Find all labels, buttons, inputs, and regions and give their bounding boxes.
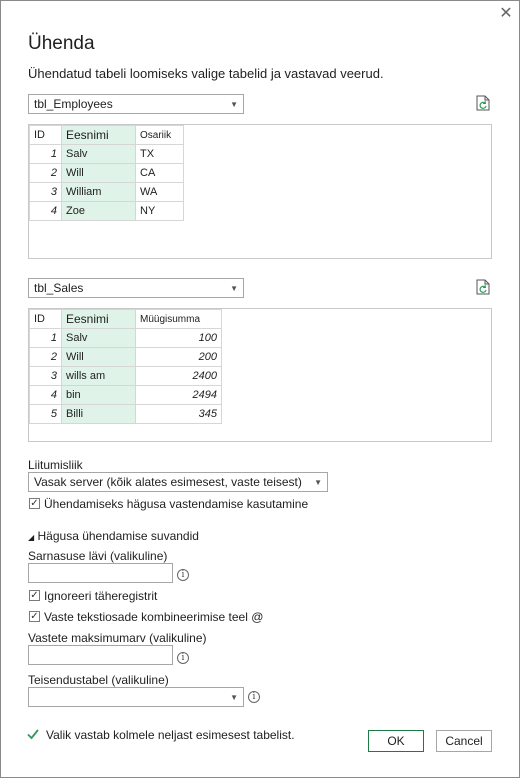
fuzzy-options-toggle[interactable]: ◢ Hägusa ühendamise suvandid [28, 529, 199, 543]
max-matches-input[interactable] [28, 645, 173, 665]
ignore-case-label: Ignoreeri täheregistrit [44, 589, 158, 603]
column-header-id[interactable]: ID [29, 309, 62, 329]
first-table-grid: ID Eesnimi Osariik 1 Salv TX 2 Will CA 3… [29, 125, 184, 221]
table-row: 3 William WA [29, 182, 184, 202]
table-cell: Salv [61, 144, 136, 164]
refresh-preview-icon[interactable] [476, 279, 490, 295]
join-kind-selected: Vasak server (kõik alates esimesest, vas… [34, 475, 302, 489]
transformation-table-label: Teisendustabel (valikuline) [28, 673, 169, 687]
table-cell: 1 [29, 144, 62, 164]
table-cell: 2494 [135, 385, 222, 405]
table-row: 4 bin 2494 [29, 385, 222, 405]
table-cell: Billi [61, 404, 136, 424]
chevron-down-icon: ▼ [230, 693, 238, 702]
table-cell: bin [61, 385, 136, 405]
column-header-muugisumma[interactable]: Müügisumma [135, 309, 222, 329]
ok-button[interactable]: OK [368, 730, 424, 752]
match-status-message: Valik vastab kolmele neljast esimesest t… [46, 728, 295, 742]
table-cell: TX [135, 144, 184, 164]
table-cell: 1 [29, 328, 62, 348]
collapse-triangle-icon: ◢ [28, 533, 35, 542]
second-table-selected: tbl_Sales [34, 281, 84, 295]
chevron-down-icon: ▼ [230, 100, 238, 109]
table-cell: WA [135, 182, 184, 202]
close-icon: ✕ [499, 5, 513, 22]
first-table-selected: tbl_Employees [34, 97, 113, 111]
join-kind-dropdown[interactable]: Vasak server (kõik alates esimesest, vas… [28, 472, 328, 492]
fuzzy-matching-label: Ühendamiseks hägusa vastendamise kasutam… [44, 497, 309, 511]
table-cell: 200 [135, 347, 222, 367]
table-cell: Salv [61, 328, 136, 348]
table-cell: Will [61, 163, 136, 183]
table-row: 1 Salv 100 [29, 328, 222, 348]
success-check-icon [27, 729, 39, 740]
table-cell: 345 [135, 404, 222, 424]
info-icon[interactable]: i [177, 569, 189, 581]
column-header-eesnimi[interactable]: Eesnimi [61, 125, 136, 145]
second-table-dropdown[interactable]: tbl_Sales ▼ [28, 278, 244, 298]
table-row: 4 Zoe NY [29, 201, 184, 221]
table-cell: 4 [29, 201, 62, 221]
table-cell: CA [135, 163, 184, 183]
second-table-grid: ID Eesnimi Müügisumma 1 Salv 100 2 Will … [29, 309, 222, 424]
chevron-down-icon: ▼ [314, 478, 322, 487]
table-header-row: ID Eesnimi Osariik [29, 125, 184, 145]
table-row: 2 Will 200 [29, 347, 222, 367]
second-table-preview: ID Eesnimi Müügisumma 1 Salv 100 2 Will … [28, 308, 492, 442]
similarity-threshold-label: Sarnasuse lävi (valikuline) [28, 549, 168, 563]
chevron-down-icon: ▼ [230, 284, 238, 293]
table-cell: William [61, 182, 136, 202]
table-cell: NY [135, 201, 184, 221]
info-icon[interactable]: i [248, 691, 260, 703]
dialog-subtitle: Ühendatud tabeli loomiseks valige tabeli… [28, 66, 384, 81]
cancel-button[interactable]: Cancel [436, 730, 492, 752]
refresh-preview-icon[interactable] [476, 95, 490, 111]
table-cell: 4 [29, 385, 62, 405]
similarity-threshold-input[interactable] [28, 563, 173, 583]
combine-text-parts-label: Vaste tekstiosade kombineerimise teel @ [44, 610, 264, 624]
table-row: 1 Salv TX [29, 144, 184, 164]
table-row: 3 wills am 2400 [29, 366, 222, 386]
join-kind-label: Liitumisliik [28, 458, 83, 472]
info-icon[interactable]: i [177, 652, 189, 664]
dialog-title: Ühenda [28, 33, 95, 54]
table-cell: 3 [29, 182, 62, 202]
fuzzy-options-section-label: Hägusa ühendamise suvandid [37, 529, 199, 543]
close-button[interactable]: ✕ [497, 5, 515, 23]
table-header-row: ID Eesnimi Müügisumma [29, 309, 222, 329]
fuzzy-matching-checkbox[interactable]: ✓ [29, 498, 40, 509]
max-matches-label: Vastete maksimumarv (valikuline) [28, 631, 207, 645]
first-table-preview: ID Eesnimi Osariik 1 Salv TX 2 Will CA 3… [28, 124, 492, 259]
combine-text-parts-checkbox[interactable]: ✓ [29, 611, 40, 622]
table-cell: 5 [29, 404, 62, 424]
first-table-dropdown[interactable]: tbl_Employees ▼ [28, 94, 244, 114]
table-row: 5 Billi 345 [29, 404, 222, 424]
ignore-case-checkbox[interactable]: ✓ [29, 590, 40, 601]
merge-dialog: ✕ Ühenda Ühendatud tabeli loomiseks vali… [0, 0, 520, 778]
column-header-eesnimi[interactable]: Eesnimi [61, 309, 136, 329]
table-cell: 2 [29, 163, 62, 183]
transformation-table-dropdown[interactable]: ▼ [28, 687, 244, 707]
table-cell: Zoe [61, 201, 136, 221]
table-cell: wills am [61, 366, 136, 386]
table-cell: 100 [135, 328, 222, 348]
table-row: 2 Will CA [29, 163, 184, 183]
table-cell: Will [61, 347, 136, 367]
table-cell: 2400 [135, 366, 222, 386]
table-cell: 2 [29, 347, 62, 367]
column-header-osariik[interactable]: Osariik [135, 125, 184, 145]
table-cell: 3 [29, 366, 62, 386]
column-header-id[interactable]: ID [29, 125, 62, 145]
